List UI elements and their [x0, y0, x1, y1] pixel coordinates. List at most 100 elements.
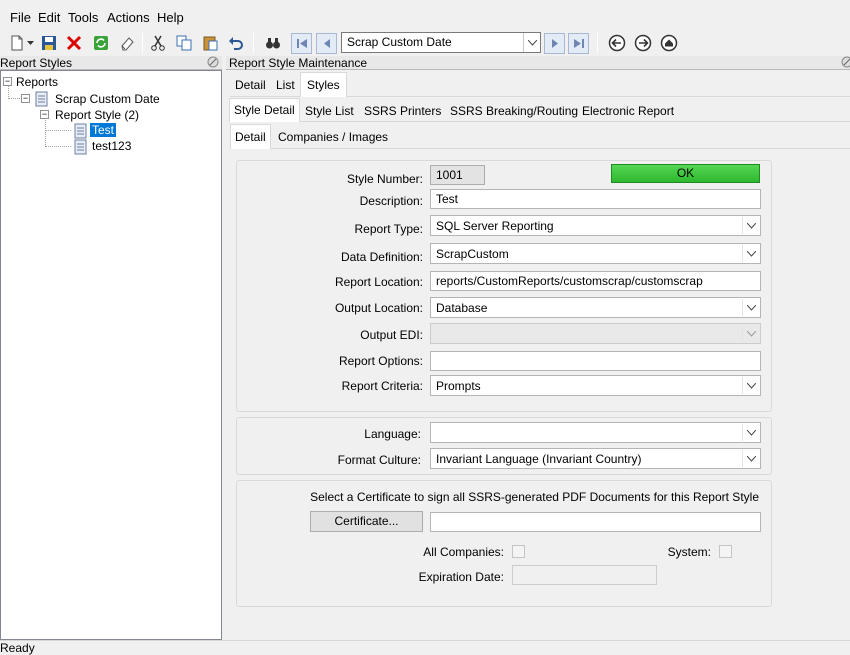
tree-node-test123[interactable]: test123 [92, 139, 131, 153]
certificate-note: Select a Certificate to sign all SSRS-ge… [310, 490, 759, 504]
forward-arrow-icon[interactable] [632, 32, 654, 54]
certificate-button[interactable]: Certificate... [310, 511, 423, 532]
collapse-toggle-icon[interactable]: − [3, 77, 12, 86]
ok-button[interactable]: OK [611, 164, 760, 183]
chevron-down-icon[interactable] [742, 245, 759, 262]
delete-icon[interactable] [63, 32, 85, 54]
description-field[interactable]: Test [430, 189, 761, 209]
system-checkbox[interactable] [719, 545, 732, 558]
tab-styles[interactable]: Styles [300, 72, 347, 97]
language-select[interactable] [430, 422, 761, 443]
copy-icon[interactable] [173, 32, 195, 54]
format-culture-label: Format Culture: [337, 453, 421, 467]
report-criteria-value: Prompts [436, 379, 481, 393]
style-selector-combo[interactable]: Scrap Custom Date [341, 32, 541, 53]
all-companies-checkbox[interactable] [512, 545, 525, 558]
tree-connector [45, 130, 71, 131]
report-type-value: SQL Server Reporting [436, 219, 554, 233]
tab-style-list[interactable]: Style List [301, 101, 358, 122]
chevron-down-icon[interactable] [742, 450, 759, 467]
data-definition-value: ScrapCustom [436, 247, 509, 261]
output-location-value: Database [436, 301, 488, 315]
tree-node-style[interactable]: Scrap Custom Date [55, 92, 160, 106]
style-selector-value: Scrap Custom Date [347, 35, 452, 49]
style-number-field: 1001 [430, 165, 485, 185]
paste-icon[interactable] [199, 32, 221, 54]
data-definition-label: Data Definition: [340, 250, 423, 264]
output-location-label: Output Location: [334, 301, 423, 315]
report-styles-tree: − Reports − Scrap Custom Date − Report S… [0, 70, 222, 640]
report-icon [72, 139, 88, 158]
tab-detail[interactable]: Detail [231, 75, 270, 96]
menu-bar: File Edit Tools Actions Help [0, 0, 850, 30]
report-criteria-label: Report Criteria: [341, 379, 423, 393]
find-binoculars-icon[interactable] [262, 32, 284, 54]
tab-ssrs-breaking-routing[interactable]: SSRS Breaking/Routing [446, 101, 582, 122]
format-culture-value: Invariant Language (Invariant Country) [436, 452, 642, 466]
eraser-icon[interactable] [116, 32, 138, 54]
chevron-down-icon[interactable] [742, 217, 759, 234]
save-icon[interactable] [38, 32, 60, 54]
tab-electronic-report[interactable]: Electronic Report [578, 101, 678, 122]
chevron-down-icon[interactable] [742, 424, 759, 441]
left-panel-header: Report Styles [0, 56, 222, 70]
chevron-down-icon[interactable] [742, 377, 759, 394]
tab-style-detail[interactable]: Style Detail [229, 98, 300, 122]
output-location-select[interactable]: Database [430, 297, 761, 318]
output-edi-select [430, 323, 761, 344]
language-label: Language: [364, 427, 421, 441]
tree-node-reports[interactable]: Reports [16, 75, 58, 89]
chevron-down-icon[interactable] [742, 299, 759, 316]
menu-actions[interactable]: Actions [107, 10, 150, 25]
menu-tools[interactable]: Tools [68, 10, 98, 25]
right-panel-title: Report Style Maintenance [229, 56, 368, 70]
next-record-icon[interactable] [544, 33, 565, 54]
status-text: Ready [0, 641, 35, 655]
left-panel-title: Report Styles [0, 56, 73, 70]
collapse-toggle-icon[interactable]: − [40, 110, 49, 119]
report-location-field[interactable]: reports/CustomReports/customscrap/custom… [430, 271, 761, 291]
cut-icon[interactable] [147, 32, 169, 54]
tree-connector [45, 117, 46, 147]
tab-companies-images[interactable]: Companies / Images [274, 127, 392, 148]
description-label: Description: [359, 194, 423, 208]
home-icon[interactable] [658, 32, 680, 54]
certificate-field [430, 512, 761, 532]
tree-node-test[interactable]: Test [90, 123, 117, 137]
output-edi-label: Output EDI: [360, 328, 423, 342]
tree-node-group[interactable]: Report Style (2) [55, 108, 139, 122]
tab-list[interactable]: List [272, 75, 299, 96]
last-record-icon[interactable] [568, 33, 589, 54]
collapse-toggle-icon[interactable]: − [21, 94, 30, 103]
refresh-icon[interactable] [90, 32, 112, 54]
report-type-select[interactable]: SQL Server Reporting [430, 215, 761, 236]
report-options-field[interactable] [430, 351, 761, 371]
right-panel-header: Report Style Maintenance [226, 56, 850, 70]
chevron-down-icon[interactable] [24, 32, 36, 54]
report-icon [33, 91, 49, 110]
data-definition-select[interactable]: ScrapCustom [430, 243, 761, 264]
report-options-label: Report Options: [338, 354, 423, 368]
chevron-down-icon[interactable] [523, 33, 540, 52]
tab-sub-detail[interactable]: Detail [230, 124, 271, 149]
expiration-date-field [512, 565, 657, 585]
tree-connector [8, 85, 9, 99]
toolbar-separator [597, 33, 598, 53]
back-arrow-icon[interactable] [606, 32, 628, 54]
style-number-label: Style Number: [346, 172, 423, 186]
format-culture-select[interactable]: Invariant Language (Invariant Country) [430, 448, 761, 469]
menu-edit[interactable]: Edit [38, 10, 60, 25]
toolbar-separator [142, 33, 143, 53]
expiration-date-label: Expiration Date: [418, 570, 504, 584]
first-record-icon[interactable] [291, 33, 312, 54]
menu-file[interactable]: File [10, 10, 31, 25]
pin-icon[interactable] [840, 56, 850, 69]
report-criteria-select[interactable]: Prompts [430, 375, 761, 396]
menu-help[interactable]: Help [157, 10, 184, 25]
undo-icon[interactable] [225, 32, 247, 54]
tab-ssrs-printers[interactable]: SSRS Printers [360, 101, 445, 122]
pin-icon[interactable] [206, 56, 220, 69]
tree-connector [45, 146, 71, 147]
toolbar-separator [253, 33, 254, 53]
previous-record-icon[interactable] [316, 33, 337, 54]
